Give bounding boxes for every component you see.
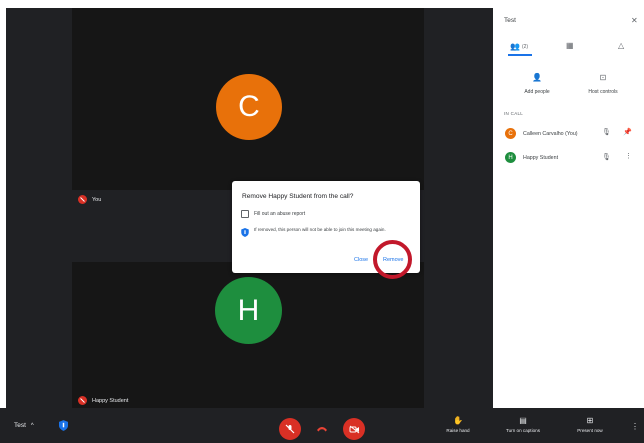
active-tab-indicator <box>508 54 532 56</box>
highlight-circle <box>373 240 412 279</box>
dialog-title: Remove Happy Student from the call? <box>242 193 354 200</box>
person-add-icon: 👤 <box>532 72 542 82</box>
chat-icon: ▦ <box>566 41 574 50</box>
captions-icon: ▤ <box>519 416 527 425</box>
abuse-report-label: Fill out an abuse report <box>254 211 306 217</box>
pin-icon[interactable]: 📌 <box>623 128 632 136</box>
mic-off-icon: 🎙 <box>602 154 611 161</box>
more-options-icon[interactable]: ⋮ <box>625 152 632 160</box>
camera-toggle-button[interactable] <box>343 418 365 440</box>
close-button[interactable]: Close <box>354 257 368 263</box>
tile-label-happy-student: Happy Student <box>78 396 128 405</box>
dialog-info-text: If removed, this person will not be able… <box>254 227 386 232</box>
camera-off-icon <box>349 425 359 433</box>
people-icon: 👥 <box>510 42 520 51</box>
mic-off-icon <box>78 195 87 204</box>
tab-activities[interactable]: △ <box>618 41 624 50</box>
microphone-toggle-button[interactable] <box>279 418 301 440</box>
mic-off-icon: 🎙 <box>602 129 611 136</box>
host-controls-button[interactable]: ⊡ Host controls <box>580 68 626 96</box>
present-icon: ⊞ <box>586 416 594 425</box>
more-options-icon[interactable]: ⋮ <box>631 422 639 431</box>
present-now-button[interactable]: ⊞ Present now <box>566 416 614 433</box>
hang-up-icon <box>317 427 327 432</box>
tab-people[interactable]: 👥 (2) <box>510 42 528 51</box>
tab-chat[interactable]: ▦ <box>566 41 574 50</box>
meeting-details-button[interactable]: Test ^ <box>14 422 34 429</box>
tile-label-you: You <box>78 195 101 204</box>
participant-row[interactable]: H Happy Student <box>505 152 558 163</box>
shield-icon[interactable] <box>59 420 68 431</box>
panel-title: Test <box>504 17 516 24</box>
chevron-up-icon: ^ <box>30 422 34 429</box>
participant-row[interactable]: C Calleen Carvalho (You) <box>505 128 578 139</box>
shield-icon <box>241 228 249 237</box>
avatar: H <box>505 152 516 163</box>
raise-hand-button[interactable]: ✋ Raise hand <box>436 416 480 433</box>
hand-icon: ✋ <box>453 416 463 425</box>
close-icon[interactable]: ✕ <box>631 16 638 25</box>
mic-off-icon <box>78 396 87 405</box>
avatar: C <box>505 128 516 139</box>
add-people-button[interactable]: 👤 Add people <box>514 68 560 96</box>
activities-icon: △ <box>618 41 625 50</box>
section-label: IN CALL <box>504 111 524 116</box>
avatar-you: C <box>216 74 282 140</box>
abuse-report-checkbox[interactable] <box>241 210 249 218</box>
captions-button[interactable]: ▤ Turn on captions <box>496 416 550 433</box>
leave-call-button[interactable] <box>311 418 333 440</box>
mic-off-icon <box>285 424 295 434</box>
host-controls-icon: ⊡ <box>599 72 607 82</box>
avatar-happy-student: H <box>215 277 282 344</box>
